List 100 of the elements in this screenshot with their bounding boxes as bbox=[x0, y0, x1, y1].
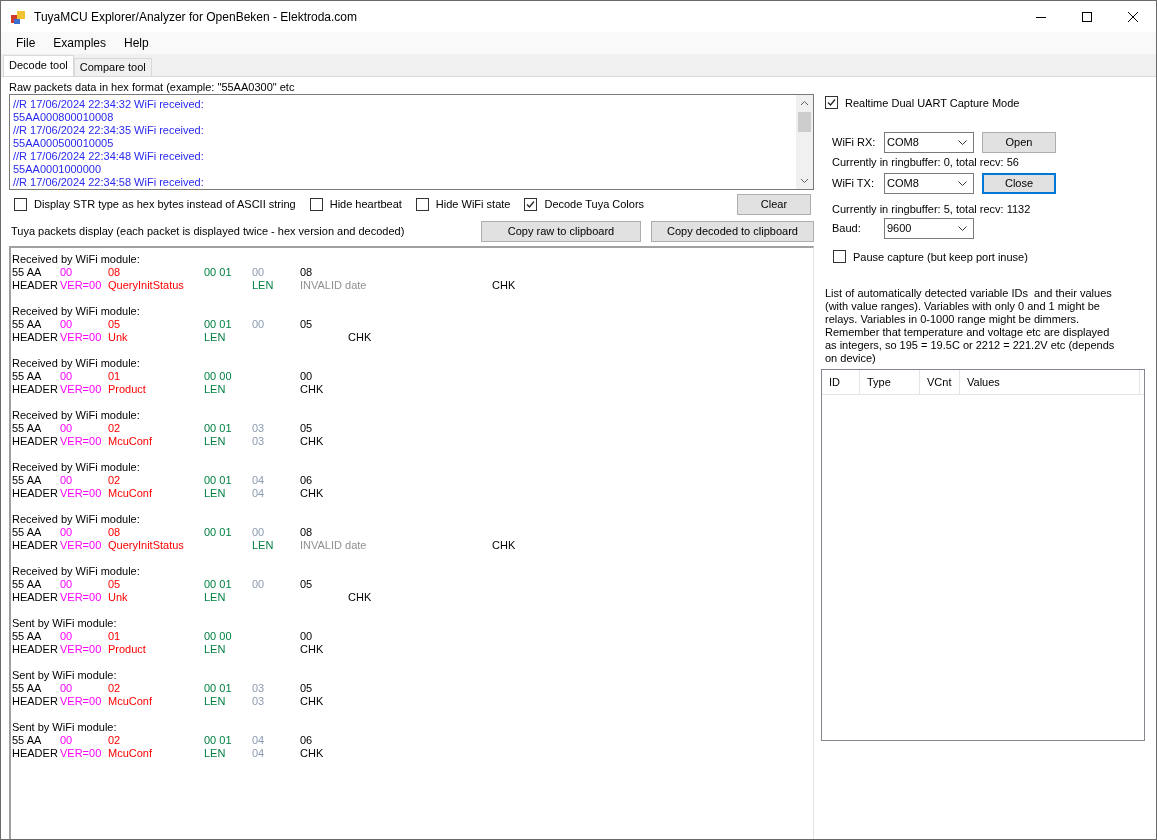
port-button[interactable]: Open bbox=[982, 131, 1056, 153]
packet-field: HEADER bbox=[12, 331, 58, 343]
packet-field: 04 bbox=[252, 734, 265, 746]
packet-field: LEN bbox=[252, 539, 274, 551]
packet-field: CHK bbox=[300, 643, 324, 655]
close-icon[interactable] bbox=[1128, 11, 1138, 22]
menu-item[interactable]: Examples bbox=[44, 36, 116, 50]
packet-title: Received by WiFi module: bbox=[12, 565, 140, 577]
packet-title: Received by WiFi module: bbox=[12, 305, 140, 317]
checkbox[interactable]: Pause capture (but keep port inuse) bbox=[833, 250, 1145, 263]
port-dropdown[interactable]: COM8 bbox=[884, 131, 974, 153]
maximize-icon[interactable] bbox=[1082, 11, 1092, 22]
packet-field: 00 bbox=[60, 578, 73, 590]
packet-field: VER=00 bbox=[60, 435, 102, 447]
variables-description: List of automatically detected variable IDs and their values (with value ranges). Variables with only 0 and 1 might be relays. Variables in 0-1000 range might be dimmers. Remember that temperature and voltage etc are displayed as integers, so 195 = 19.5C or 2212 = 221.2V etc (depends on device) bbox=[824, 287, 1115, 365]
packet-field: Unk bbox=[108, 591, 128, 603]
packet-field: McuConf bbox=[108, 435, 153, 447]
packet-field: 00 bbox=[252, 318, 265, 330]
menu-item[interactable]: File bbox=[7, 36, 45, 50]
packet-field: QueryInitStatus bbox=[108, 279, 184, 291]
packet-field: 04 bbox=[252, 747, 265, 759]
packet-field: QueryInitStatus bbox=[108, 539, 184, 551]
packets-label: Tuya packets display (each packet is displayed twice - hex version and decoded) bbox=[11, 225, 406, 237]
menu-item[interactable]: Help bbox=[115, 36, 158, 50]
tab[interactable]: Decode tool bbox=[3, 55, 74, 76]
packet-field: 01 bbox=[108, 370, 121, 382]
packet-field: HEADER bbox=[12, 487, 58, 499]
packet-field: 00 01 bbox=[204, 682, 232, 694]
app-icon bbox=[10, 8, 26, 25]
copy-button[interactable]: Copy decoded to clipboard bbox=[651, 220, 814, 242]
packet-field: 00 00 bbox=[204, 630, 232, 642]
checkbox[interactable]: Display STR type as hex bytes instead of ASCII string bbox=[14, 197, 296, 211]
packet-field: CHK bbox=[300, 487, 324, 499]
port-dropdown[interactable]: COM8 bbox=[884, 172, 974, 194]
column-header[interactable]: VCnt bbox=[920, 370, 960, 394]
packet-field: 08 bbox=[300, 266, 313, 278]
packet-field: 03 bbox=[252, 422, 265, 434]
packet-field: 55 AA bbox=[12, 266, 42, 278]
packet-field: 00 bbox=[60, 318, 73, 330]
packet-field: VER=00 bbox=[60, 643, 102, 655]
packet-field: Product bbox=[108, 643, 146, 655]
packet-field: 03 bbox=[252, 435, 265, 447]
checkbox[interactable]: Realtime Dual UART Capture Mode bbox=[825, 96, 1145, 109]
column-header[interactable]: Values bbox=[960, 370, 1140, 394]
clear-button[interactable]: Clear bbox=[737, 193, 811, 215]
checkbox[interactable]: Decode Tuya Colors bbox=[524, 197, 645, 211]
packet-field: VER=00 bbox=[60, 487, 102, 499]
packet-field: 55 AA bbox=[12, 318, 42, 330]
packet-title: Received by WiFi module: bbox=[12, 409, 140, 421]
packet-field: LEN bbox=[204, 331, 226, 343]
port-button[interactable]: Close bbox=[982, 172, 1056, 194]
packet-field: 01 bbox=[108, 630, 121, 642]
packet-field: McuConf bbox=[108, 695, 153, 707]
packet-field: CHK bbox=[300, 435, 324, 447]
check-icon bbox=[526, 199, 536, 209]
packet-field: HEADER bbox=[12, 383, 58, 395]
packet-field: 00 bbox=[60, 526, 73, 538]
packet-field: 02 bbox=[108, 734, 121, 746]
port-label: WiFi TX: bbox=[832, 177, 875, 189]
copy-button[interactable]: Copy raw to clipboard bbox=[481, 220, 641, 242]
baud-dropdown[interactable]: 9600 bbox=[884, 217, 974, 239]
packet-field: 08 bbox=[108, 266, 121, 278]
packet-field: CHK bbox=[348, 331, 372, 343]
packet-field: 55 AA bbox=[12, 630, 42, 642]
dropdown-caret-icon bbox=[958, 225, 967, 231]
tab[interactable]: Compare tool bbox=[73, 58, 152, 76]
checkbox[interactable]: Hide heartbeat bbox=[309, 197, 402, 211]
packet-field: 00 01 bbox=[204, 578, 232, 590]
packet-field: 03 bbox=[252, 695, 265, 707]
packet-field: 05 bbox=[300, 318, 313, 330]
packet-field: 02 bbox=[108, 474, 121, 486]
packet-field: 00 bbox=[60, 734, 73, 746]
packet-field: LEN bbox=[252, 279, 274, 291]
packet-field: 55 AA bbox=[12, 474, 42, 486]
packet-field: 05 bbox=[108, 578, 121, 590]
packet-field: 55 AA bbox=[12, 578, 42, 590]
column-header[interactable]: ID bbox=[822, 370, 860, 394]
packet-field: LEN bbox=[204, 747, 226, 759]
checkbox[interactable]: Hide WiFi state bbox=[415, 197, 511, 211]
variables-list[interactable]: ID Type VCnt Values bbox=[821, 369, 1145, 741]
packet-title: Received by WiFi module: bbox=[12, 253, 140, 265]
dropdown-caret-icon bbox=[958, 139, 967, 145]
packet-field: 06 bbox=[300, 734, 313, 746]
column-header[interactable]: Type bbox=[860, 370, 920, 394]
packet-field: 05 bbox=[108, 318, 121, 330]
packet-field: 00 bbox=[60, 266, 73, 278]
window-title: TuyaMCU Explorer/Analyzer for OpenBeken - Elektroda.com bbox=[34, 9, 358, 24]
packet-field: 00 bbox=[300, 630, 313, 642]
packet-field: VER=00 bbox=[60, 331, 102, 343]
packet-field: VER=00 bbox=[60, 695, 102, 707]
packet-field: LEN bbox=[204, 643, 226, 655]
raw-packets-field[interactable]: //R 17/06/2024 22:34:32 WiFi received: 55AA000800010008 //R 17/06/2024 22:34:35 WiFi received: 55AA000500010005 //R 17/06/2024 22:34:48 WiFi received: 55AA0001000000 //R 17/06/2024 22:34:58 WiFi received: bbox=[9, 94, 814, 190]
packet-field: 00 bbox=[252, 578, 265, 590]
packet-field: 05 bbox=[300, 682, 313, 694]
packet-field: VER=00 bbox=[60, 279, 102, 291]
scrollbar[interactable] bbox=[796, 95, 813, 189]
packet-title: Sent by WiFi module: bbox=[12, 617, 117, 629]
packet-title: Received by WiFi module: bbox=[12, 513, 140, 525]
packet-field: 00 bbox=[252, 526, 265, 538]
packet-title: Sent by WiFi module: bbox=[12, 721, 117, 733]
